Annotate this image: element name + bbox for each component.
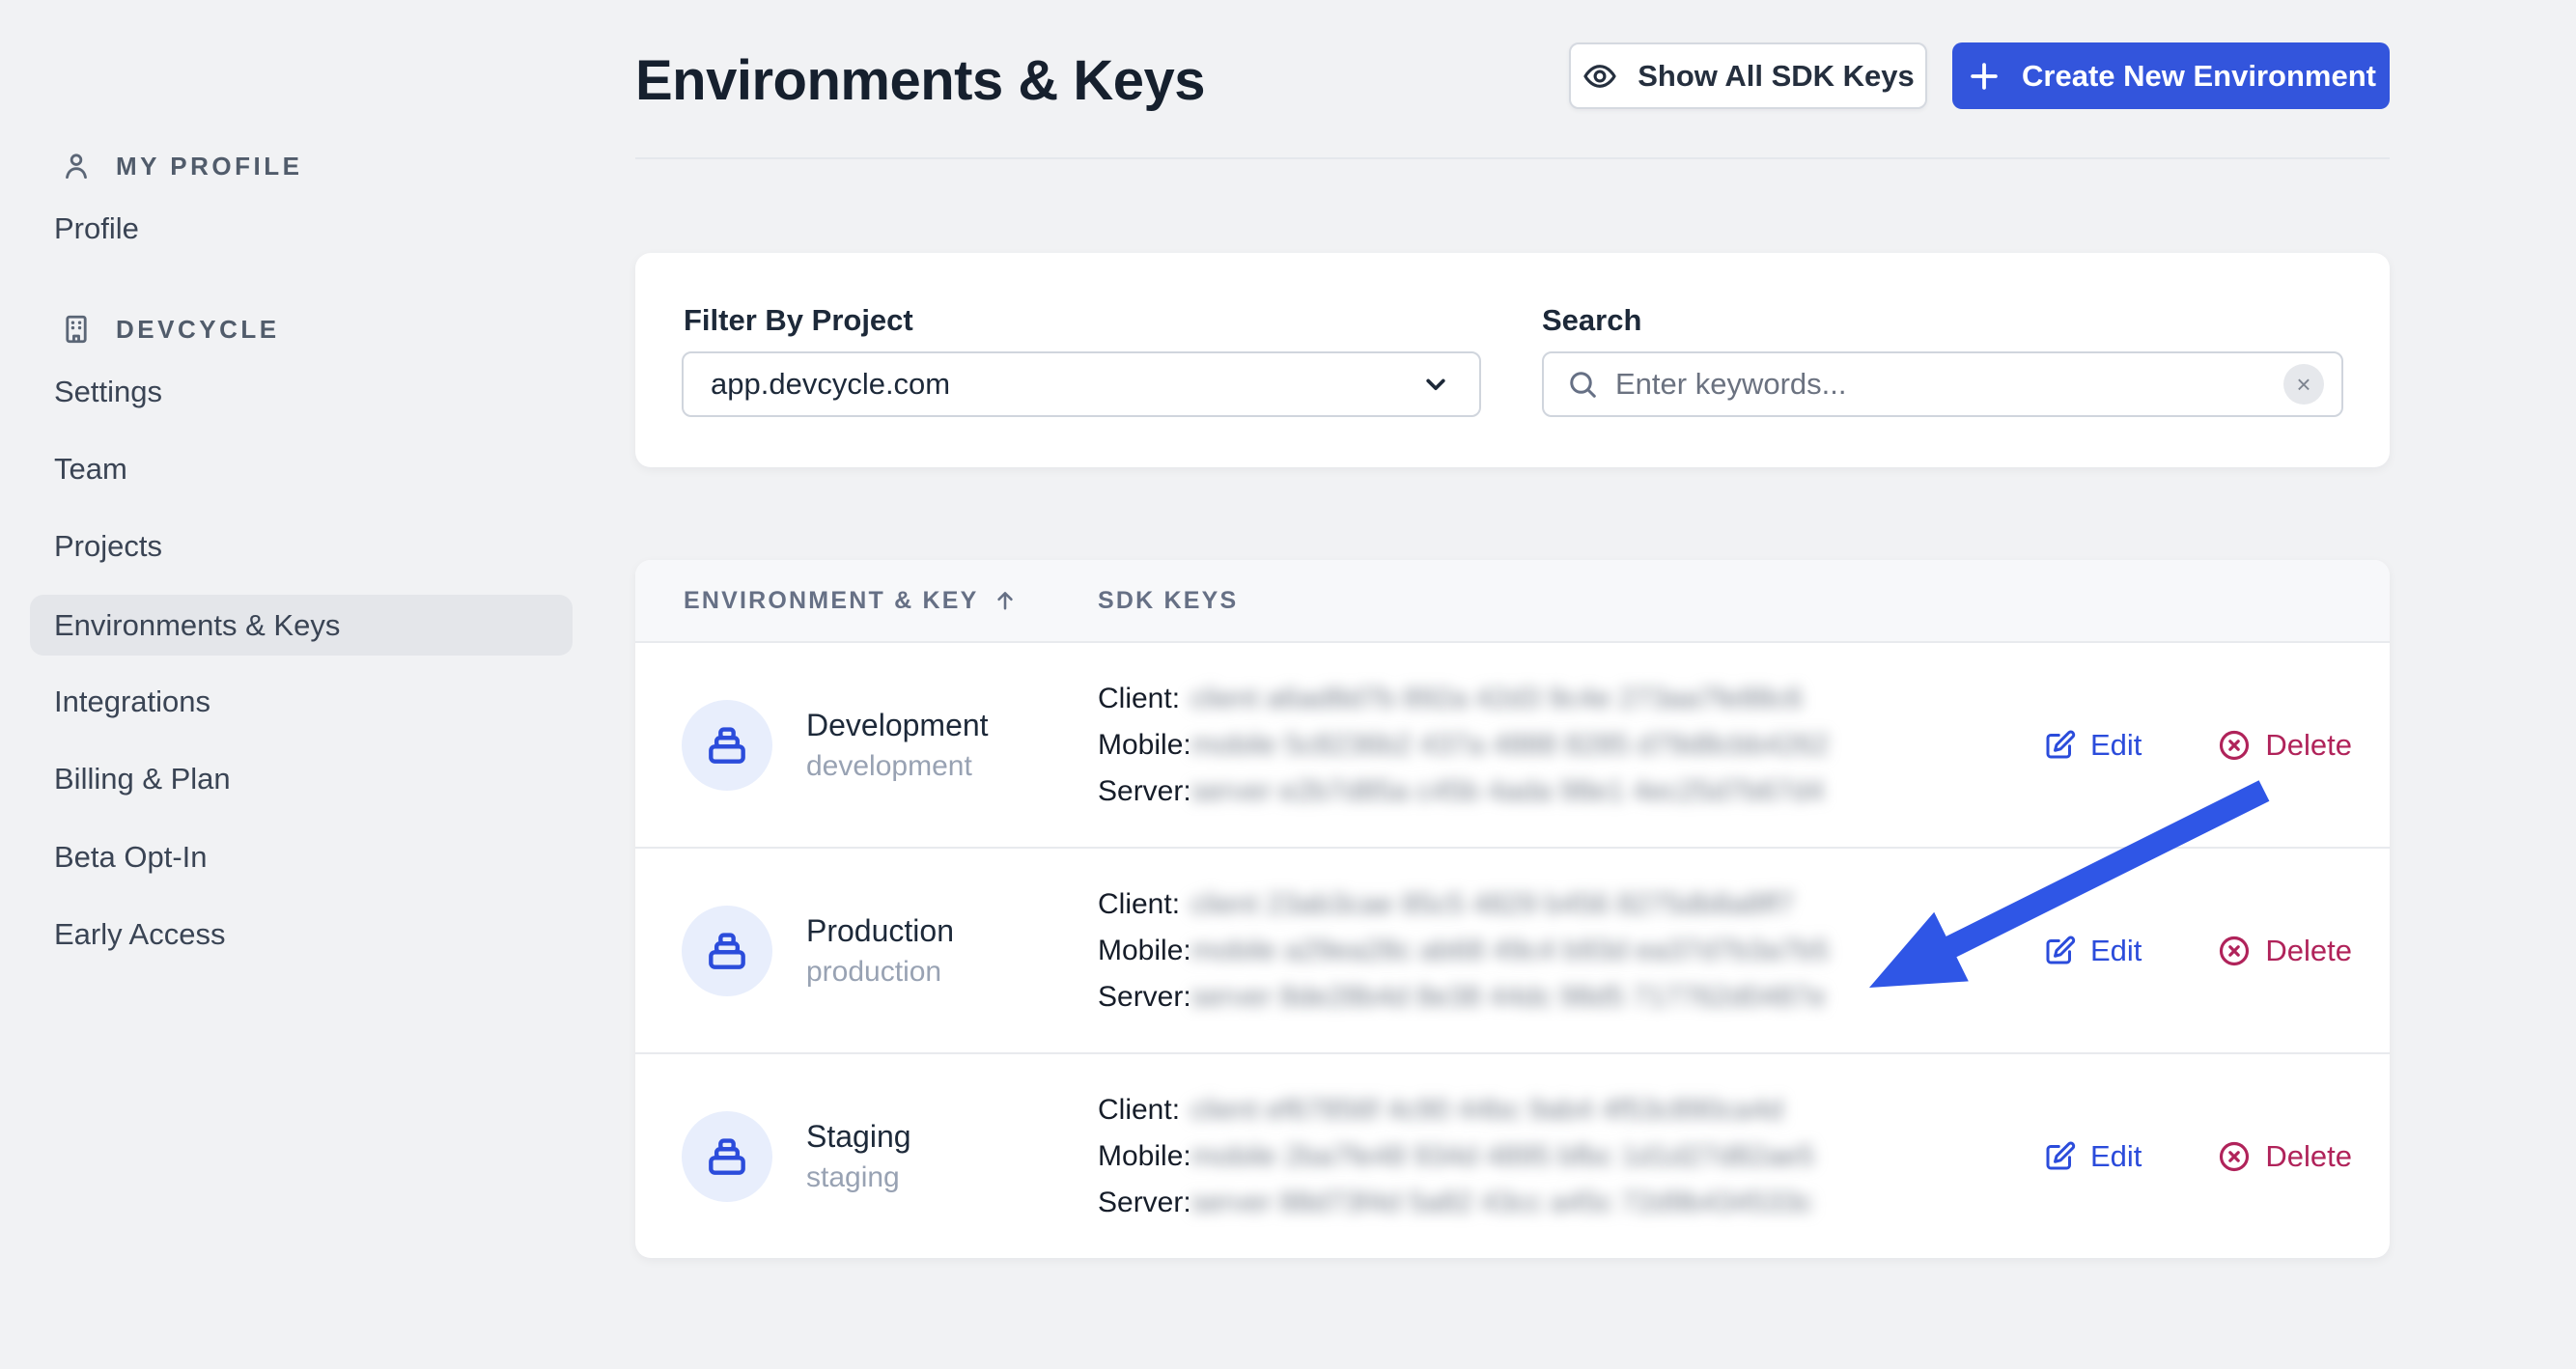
environment-name: Staging <box>806 1118 911 1154</box>
edit-button[interactable]: Edit <box>2042 1139 2142 1174</box>
project-select[interactable]: app.devcycle.com <box>682 351 1481 417</box>
delete-circle-x-icon <box>2220 936 2250 965</box>
environment-badge <box>682 1110 772 1202</box>
plus-icon <box>1966 58 2002 95</box>
sdk-key-masked: server 88d73f4d 5a82 43cc a45c 72d9b4345… <box>1190 1186 1813 1218</box>
create-new-environment-label: Create New Environment <box>2022 58 2376 93</box>
create-new-environment-button[interactable]: Create New Environment <box>1952 42 2390 109</box>
sdk-key-label: Server: <box>1098 1186 1191 1218</box>
table-body: Development development Client: client a6… <box>635 643 2390 1258</box>
edit-label: Edit <box>2090 1138 2142 1173</box>
environment-key: development <box>806 749 972 782</box>
header-divider <box>635 157 2390 159</box>
edit-button[interactable]: Edit <box>2042 728 2142 763</box>
environment-stack-icon <box>709 1137 745 1175</box>
delete-circle-x-icon <box>2220 730 2250 760</box>
environment-row-development: Development development Client: client a6… <box>635 643 2390 847</box>
sdk-key-masked: server 8de28b4d 8e38 44dc 98d5 717762d04… <box>1190 980 1826 1013</box>
search-label: Search <box>1542 303 1642 337</box>
sdk-key-label: Server: <box>1098 774 1191 807</box>
delete-button[interactable]: Delete <box>2217 728 2352 763</box>
environment-key: staging <box>806 1160 900 1193</box>
delete-circle-x-icon <box>2220 1141 2250 1171</box>
sidebar-item-beta-opt-in[interactable]: Beta Opt-In <box>54 827 208 887</box>
edit-pencil-icon <box>2046 1141 2076 1169</box>
sidebar-item-projects[interactable]: Projects <box>54 517 162 576</box>
edit-label: Edit <box>2090 727 2142 762</box>
environment-row-staging: Staging staging Client: client ef67856f 4… <box>635 1052 2390 1258</box>
sdk-key-label: Mobile: <box>1098 1139 1191 1172</box>
sidebar-section-label: DEVCYCLE <box>116 314 280 344</box>
sdk-key-masked: mobile 2ba7fe48 934d 4895 bfbc 1d1d27d82… <box>1190 1139 1815 1172</box>
sidebar-item-environments-keys[interactable]: Environments & Keys <box>30 595 573 656</box>
eye-icon <box>1582 58 1618 95</box>
sdk-key-masked: mobile 5c8236b2 437a 4888 8285 d79d8cbb4… <box>1190 728 1830 761</box>
edit-pencil-icon <box>2046 730 2076 758</box>
sdk-key-masked: client a6ad8d7b 892a 42d3 9c4e 273aa7fe8… <box>1190 682 1803 714</box>
table-header-row: ENVIRONMENT & KEY SDK KEYS <box>635 560 2390 643</box>
environment-stack-icon <box>709 932 745 969</box>
column-environment-key[interactable]: ENVIRONMENT & KEY <box>684 587 978 615</box>
environment-badge <box>682 905 772 996</box>
sdk-key-label: Client: <box>1098 887 1181 920</box>
building-icon <box>60 313 93 346</box>
sidebar-item-team[interactable]: Team <box>54 439 127 499</box>
edit-label: Edit <box>2090 933 2142 967</box>
show-all-sdk-keys-label: Show All SDK Keys <box>1638 58 1915 93</box>
environment-key: production <box>806 955 942 988</box>
sidebar-section-my-profile: MY PROFILE <box>60 150 302 182</box>
sdk-key-label: Mobile: <box>1098 728 1191 761</box>
sidebar-item-early-access[interactable]: Early Access <box>54 905 225 964</box>
filter-by-project-label: Filter By Project <box>684 303 913 337</box>
delete-label: Delete <box>2265 1138 2353 1173</box>
environment-row-production: Production production Client: client 23ab… <box>635 847 2390 1052</box>
column-sdk-keys: SDK KEYS <box>1098 586 1239 614</box>
delete-button[interactable]: Delete <box>2217 934 2352 968</box>
environment-stack-icon <box>709 726 745 764</box>
sdk-key-label: Client: <box>1098 682 1181 714</box>
sdk-key-label: Mobile: <box>1098 934 1191 966</box>
sidebar-item-billing-plan[interactable]: Billing & Plan <box>54 749 231 809</box>
sdk-key-masked: mobile a29ea28c ab68 49c4 b93d ea37d7b3a… <box>1190 934 1830 966</box>
clear-search-button[interactable]: × <box>2283 364 2324 405</box>
filter-card: Filter By Project app.devcycle.com Searc… <box>635 253 2390 467</box>
sidebar-item-profile[interactable]: Profile <box>54 199 139 259</box>
environments-table: ENVIRONMENT & KEY SDK KEYS Development d… <box>635 560 2390 1258</box>
chevron-down-icon <box>1419 368 1452 401</box>
environment-badge <box>682 699 772 791</box>
search-input[interactable] <box>1615 367 2268 402</box>
sort-ascending-icon[interactable] <box>992 587 1019 614</box>
search-box: × <box>1542 351 2343 417</box>
edit-pencil-icon <box>2046 936 2076 964</box>
sidebar-section-label: MY PROFILE <box>116 151 303 181</box>
delete-button[interactable]: Delete <box>2217 1139 2352 1174</box>
environment-name: Development <box>806 707 989 742</box>
delete-label: Delete <box>2265 727 2353 762</box>
delete-label: Delete <box>2265 933 2353 967</box>
sdk-key-masked: client ef67856f 4c90 44bc 9ab4 4f53c890c… <box>1190 1093 1783 1126</box>
edit-button[interactable]: Edit <box>2042 934 2142 968</box>
sidebar-item-settings[interactable]: Settings <box>54 362 162 422</box>
sdk-key-masked: server e2b7d85a c45b 4ada 98e1 4ec25d7b6… <box>1190 774 1825 807</box>
sidebar: MY PROFILE Profile DEVCYCLE Settings Tea… <box>0 0 579 1369</box>
sidebar-section-devcycle: DEVCYCLE <box>60 313 280 346</box>
sidebar-item-integrations[interactable]: Integrations <box>54 672 210 732</box>
show-all-sdk-keys-button[interactable]: Show All SDK Keys <box>1569 42 1927 109</box>
user-icon <box>60 150 93 182</box>
search-icon <box>1565 367 1600 402</box>
environment-name: Production <box>806 912 954 948</box>
project-select-value: app.devcycle.com <box>711 367 951 401</box>
sidebar-item-label: Environments & Keys <box>54 608 341 642</box>
page-title: Environments & Keys <box>635 49 1206 112</box>
sdk-key-label: Server: <box>1098 980 1191 1013</box>
sdk-key-label: Client: <box>1098 1093 1181 1126</box>
sdk-key-masked: client 23ab3cae 85c5 4829 b456 8275db8a8… <box>1190 887 1795 920</box>
